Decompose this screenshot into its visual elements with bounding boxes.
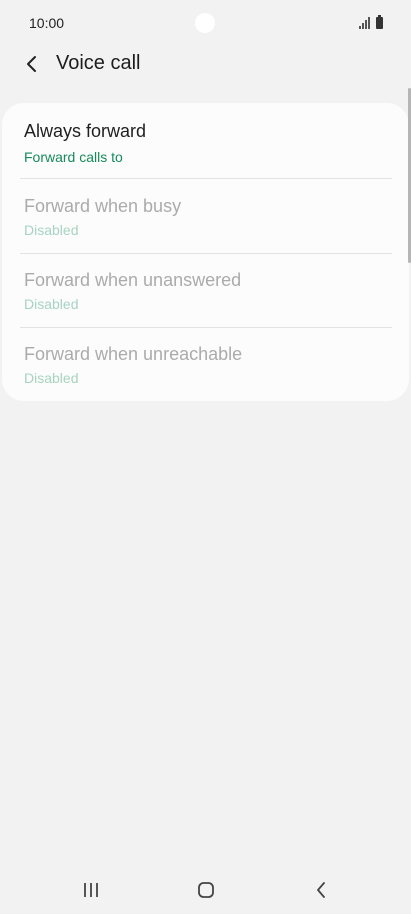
- list-item-subtitle: Disabled: [24, 370, 79, 386]
- app-header: Voice call: [0, 44, 411, 84]
- navigation-bar: [0, 866, 411, 914]
- status-time: 10:00: [29, 15, 65, 31]
- status-icons: [359, 15, 383, 29]
- list-item-always-forward[interactable]: Always forward Forward calls to: [24, 105, 392, 179]
- home-icon: [198, 882, 214, 898]
- page-title: Voice call: [56, 52, 141, 74]
- list-item-subtitle: Forward calls to: [24, 149, 123, 165]
- recent-apps-button[interactable]: [71, 876, 111, 904]
- list-item-forward-when-busy[interactable]: Forward when busy Disabled: [24, 179, 392, 253]
- signal-icon: [359, 17, 370, 29]
- list-item-title: Forward when unreachable: [24, 344, 243, 364]
- list-item-forward-when-unreachable[interactable]: Forward when unreachable Disabled: [24, 328, 392, 402]
- back-button[interactable]: [18, 50, 46, 78]
- list-item-subtitle: Disabled: [24, 296, 79, 312]
- list-item-title: Forward when busy: [24, 196, 182, 216]
- back-icon: [317, 882, 325, 898]
- list-item-title: Forward when unanswered: [24, 270, 242, 290]
- camera-cutout: [195, 13, 215, 33]
- chevron-left-icon: [27, 56, 36, 72]
- recent-apps-icon: [84, 883, 98, 897]
- nav-back-button[interactable]: [301, 876, 341, 904]
- call-forwarding-list: Always forward Forward calls to Forward …: [2, 103, 409, 401]
- list-item-title: Always forward: [24, 121, 147, 141]
- home-button[interactable]: [186, 876, 226, 904]
- list-item-forward-when-unanswered[interactable]: Forward when unanswered Disabled: [24, 254, 392, 328]
- list-item-subtitle: Disabled: [24, 222, 79, 238]
- status-bar: 10:00: [0, 0, 411, 46]
- battery-icon: [376, 15, 383, 29]
